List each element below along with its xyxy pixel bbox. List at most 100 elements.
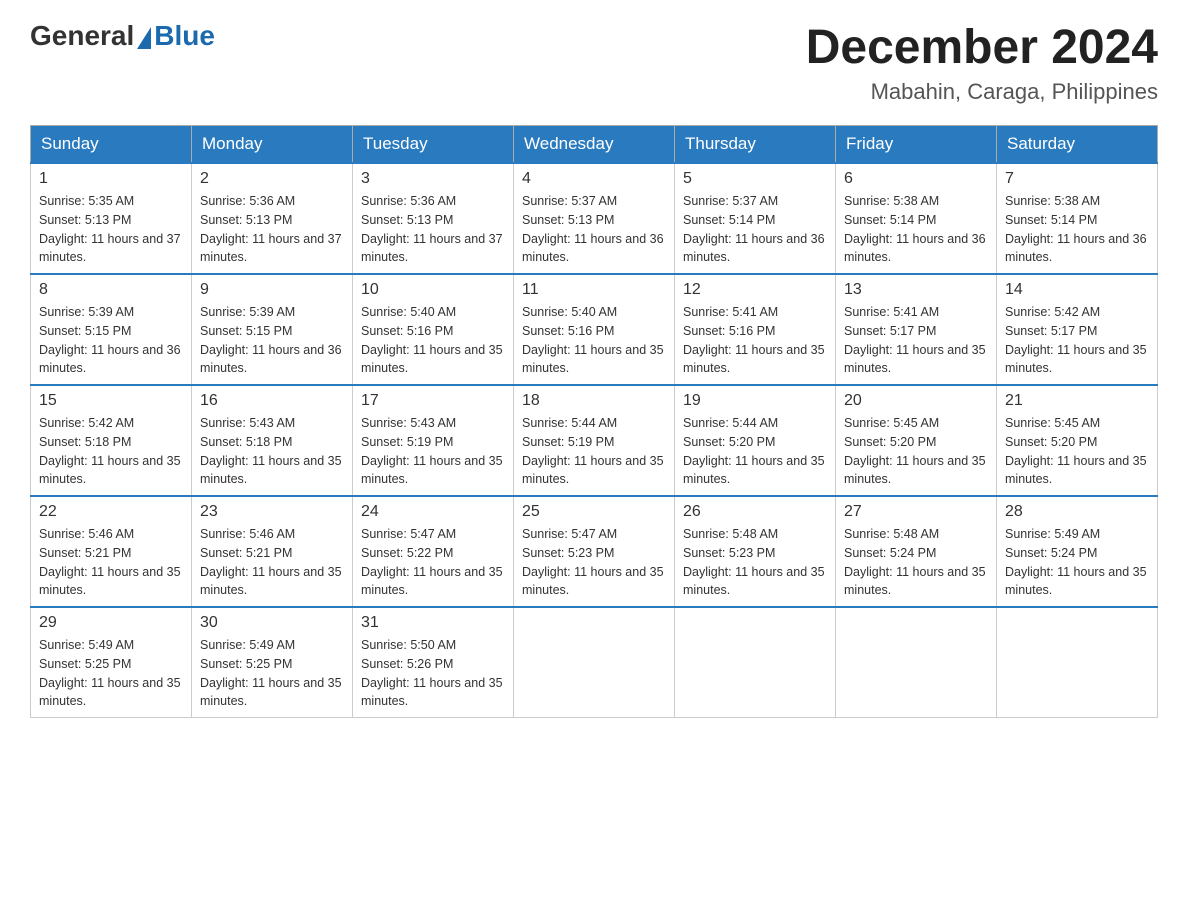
day-info: Sunrise: 5:36 AMSunset: 5:13 PMDaylight:…: [200, 192, 344, 267]
calendar-cell: 6 Sunrise: 5:38 AMSunset: 5:14 PMDaylight…: [836, 163, 997, 274]
day-number: 11: [522, 281, 666, 299]
calendar-cell: 16Sunrise: 5:43 AMSunset: 5:18 PMDayligh…: [192, 385, 353, 496]
day-info: Sunrise: 5:42 AMSunset: 5:18 PMDaylight:…: [39, 414, 183, 489]
day-number: 13: [844, 281, 988, 299]
day-info: Sunrise: 5:46 AMSunset: 5:21 PMDaylight:…: [39, 525, 183, 600]
calendar-cell: [675, 607, 836, 718]
day-info: Sunrise: 5:35 AMSunset: 5:13 PMDaylight:…: [39, 192, 183, 267]
calendar-cell: 19Sunrise: 5:44 AMSunset: 5:20 PMDayligh…: [675, 385, 836, 496]
calendar-header-row: SundayMondayTuesdayWednesdayThursdayFrid…: [31, 126, 1158, 164]
calendar-cell: [836, 607, 997, 718]
calendar-cell: 31 Sunrise: 5:50 AMSunset: 5:26 PMDayligh…: [353, 607, 514, 718]
day-info: Sunrise: 5:38 AMSunset: 5:14 PMDaylight:…: [1005, 192, 1149, 267]
day-info: Sunrise: 5:40 AMSunset: 5:16 PMDaylight:…: [361, 303, 505, 378]
calendar-cell: 26 Sunrise: 5:48 AMSunset: 5:23 PMDayligh…: [675, 496, 836, 607]
day-number: 17: [361, 392, 505, 410]
calendar-cell: 15 Sunrise: 5:42 AMSunset: 5:18 PMDayligh…: [31, 385, 192, 496]
calendar-cell: 4 Sunrise: 5:37 AMSunset: 5:13 PMDaylight…: [514, 163, 675, 274]
day-info: Sunrise: 5:43 AMSunset: 5:19 PMDaylight:…: [361, 414, 505, 489]
calendar-cell: 18Sunrise: 5:44 AMSunset: 5:19 PMDayligh…: [514, 385, 675, 496]
calendar-cell: 28 Sunrise: 5:49 AMSunset: 5:24 PMDayligh…: [997, 496, 1158, 607]
day-of-week-header: Saturday: [997, 126, 1158, 164]
calendar-cell: 7 Sunrise: 5:38 AMSunset: 5:14 PMDaylight…: [997, 163, 1158, 274]
day-number: 1: [39, 170, 183, 188]
day-number: 5: [683, 170, 827, 188]
day-info: Sunrise: 5:50 AMSunset: 5:26 PMDaylight:…: [361, 636, 505, 711]
calendar-cell: 1 Sunrise: 5:35 AMSunset: 5:13 PMDaylight…: [31, 163, 192, 274]
calendar-week-row: 1 Sunrise: 5:35 AMSunset: 5:13 PMDaylight…: [31, 163, 1158, 274]
day-info: Sunrise: 5:39 AMSunset: 5:15 PMDaylight:…: [39, 303, 183, 378]
day-info: Sunrise: 5:36 AMSunset: 5:13 PMDaylight:…: [361, 192, 505, 267]
day-info: Sunrise: 5:41 AMSunset: 5:16 PMDaylight:…: [683, 303, 827, 378]
day-number: 28: [1005, 503, 1149, 521]
calendar-week-row: 8 Sunrise: 5:39 AMSunset: 5:15 PMDaylight…: [31, 274, 1158, 385]
day-info: Sunrise: 5:49 AMSunset: 5:24 PMDaylight:…: [1005, 525, 1149, 600]
day-number: 19: [683, 392, 827, 410]
day-number: 21: [1005, 392, 1149, 410]
day-number: 24: [361, 503, 505, 521]
calendar-cell: 21 Sunrise: 5:45 AMSunset: 5:20 PMDayligh…: [997, 385, 1158, 496]
day-number: 25: [522, 503, 666, 521]
day-info: Sunrise: 5:42 AMSunset: 5:17 PMDaylight:…: [1005, 303, 1149, 378]
calendar-cell: 17 Sunrise: 5:43 AMSunset: 5:19 PMDayligh…: [353, 385, 514, 496]
location-subtitle: Mabahin, Caraga, Philippines: [806, 79, 1158, 105]
day-number: 30: [200, 614, 344, 632]
day-info: Sunrise: 5:38 AMSunset: 5:14 PMDaylight:…: [844, 192, 988, 267]
calendar-cell: [997, 607, 1158, 718]
day-number: 4: [522, 170, 666, 188]
day-number: 27: [844, 503, 988, 521]
calendar-cell: 8 Sunrise: 5:39 AMSunset: 5:15 PMDaylight…: [31, 274, 192, 385]
day-number: 31: [361, 614, 505, 632]
day-of-week-header: Friday: [836, 126, 997, 164]
day-info: Sunrise: 5:48 AMSunset: 5:24 PMDaylight:…: [844, 525, 988, 600]
day-info: Sunrise: 5:47 AMSunset: 5:23 PMDaylight:…: [522, 525, 666, 600]
day-of-week-header: Monday: [192, 126, 353, 164]
calendar-cell: 30 Sunrise: 5:49 AMSunset: 5:25 PMDayligh…: [192, 607, 353, 718]
day-number: 7: [1005, 170, 1149, 188]
day-number: 10: [361, 281, 505, 299]
calendar-cell: 12Sunrise: 5:41 AMSunset: 5:16 PMDayligh…: [675, 274, 836, 385]
day-of-week-header: Tuesday: [353, 126, 514, 164]
day-number: 29: [39, 614, 183, 632]
day-number: 22: [39, 503, 183, 521]
day-number: 6: [844, 170, 988, 188]
logo: General Blue: [30, 20, 215, 52]
day-number: 14: [1005, 281, 1149, 299]
day-number: 23: [200, 503, 344, 521]
day-info: Sunrise: 5:44 AMSunset: 5:19 PMDaylight:…: [522, 414, 666, 489]
calendar-cell: 24 Sunrise: 5:47 AMSunset: 5:22 PMDayligh…: [353, 496, 514, 607]
month-year-title: December 2024: [806, 20, 1158, 75]
calendar-cell: 2 Sunrise: 5:36 AMSunset: 5:13 PMDaylight…: [192, 163, 353, 274]
day-number: 9: [200, 281, 344, 299]
calendar-cell: 9 Sunrise: 5:39 AMSunset: 5:15 PMDaylight…: [192, 274, 353, 385]
calendar-cell: 13 Sunrise: 5:41 AMSunset: 5:17 PMDayligh…: [836, 274, 997, 385]
calendar-cell: 23Sunrise: 5:46 AMSunset: 5:21 PMDayligh…: [192, 496, 353, 607]
title-section: December 2024 Mabahin, Caraga, Philippin…: [806, 20, 1158, 105]
day-info: Sunrise: 5:37 AMSunset: 5:13 PMDaylight:…: [522, 192, 666, 267]
day-info: Sunrise: 5:39 AMSunset: 5:15 PMDaylight:…: [200, 303, 344, 378]
calendar-cell: 25 Sunrise: 5:47 AMSunset: 5:23 PMDayligh…: [514, 496, 675, 607]
day-number: 26: [683, 503, 827, 521]
logo-triangle-icon: [137, 27, 151, 49]
day-of-week-header: Thursday: [675, 126, 836, 164]
day-info: Sunrise: 5:48 AMSunset: 5:23 PMDaylight:…: [683, 525, 827, 600]
day-info: Sunrise: 5:45 AMSunset: 5:20 PMDaylight:…: [844, 414, 988, 489]
calendar-week-row: 29 Sunrise: 5:49 AMSunset: 5:25 PMDayligh…: [31, 607, 1158, 718]
calendar-week-row: 15 Sunrise: 5:42 AMSunset: 5:18 PMDayligh…: [31, 385, 1158, 496]
day-of-week-header: Sunday: [31, 126, 192, 164]
day-number: 2: [200, 170, 344, 188]
day-number: 15: [39, 392, 183, 410]
calendar-cell: 20Sunrise: 5:45 AMSunset: 5:20 PMDayligh…: [836, 385, 997, 496]
day-info: Sunrise: 5:41 AMSunset: 5:17 PMDaylight:…: [844, 303, 988, 378]
calendar-week-row: 22 Sunrise: 5:46 AMSunset: 5:21 PMDayligh…: [31, 496, 1158, 607]
calendar-cell: 3Sunrise: 5:36 AMSunset: 5:13 PMDaylight…: [353, 163, 514, 274]
day-info: Sunrise: 5:47 AMSunset: 5:22 PMDaylight:…: [361, 525, 505, 600]
day-info: Sunrise: 5:49 AMSunset: 5:25 PMDaylight:…: [39, 636, 183, 711]
logo-general-text: General: [30, 20, 134, 52]
calendar-cell: [514, 607, 675, 718]
calendar-cell: 27 Sunrise: 5:48 AMSunset: 5:24 PMDayligh…: [836, 496, 997, 607]
calendar-table: SundayMondayTuesdayWednesdayThursdayFrid…: [30, 125, 1158, 718]
day-number: 8: [39, 281, 183, 299]
day-info: Sunrise: 5:45 AMSunset: 5:20 PMDaylight:…: [1005, 414, 1149, 489]
day-info: Sunrise: 5:49 AMSunset: 5:25 PMDaylight:…: [200, 636, 344, 711]
